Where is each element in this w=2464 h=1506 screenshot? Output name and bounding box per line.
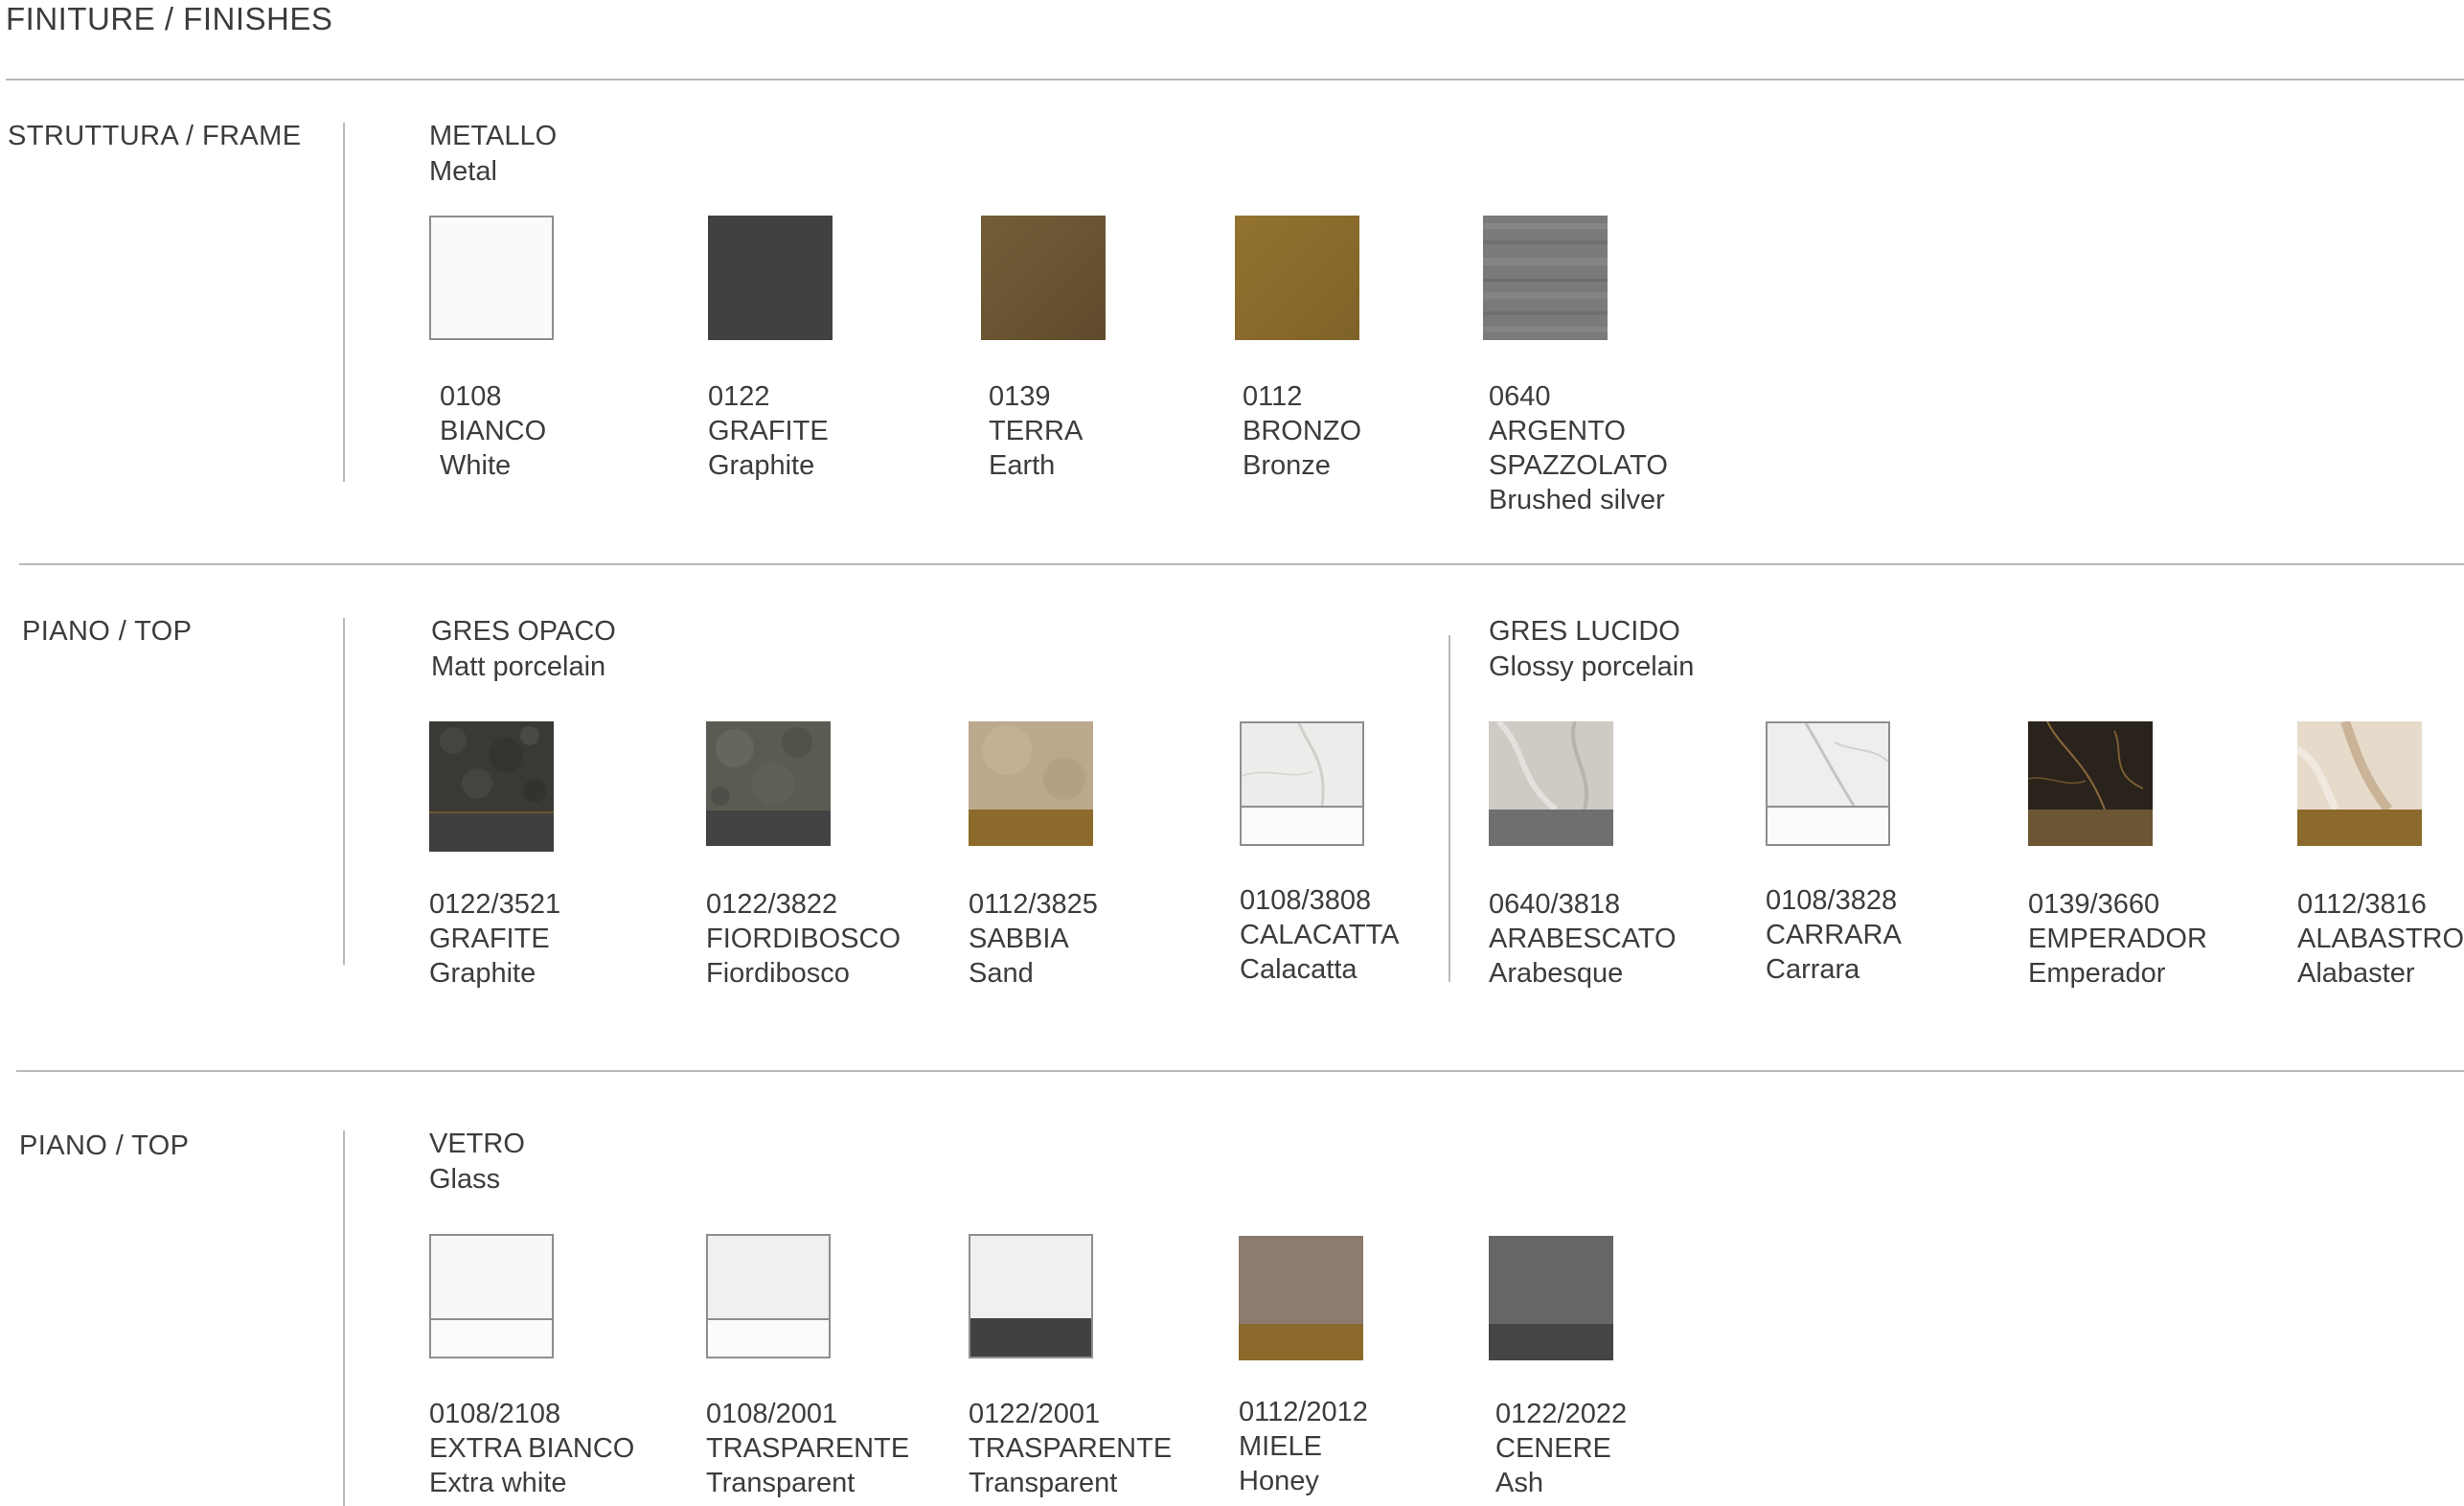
swatch-bottom-part [431, 1320, 552, 1357]
caption-0122-3822: 0122/3822 FIORDIBOSCO Fiordibosco [706, 889, 901, 989]
caption-0122-2022: 0122/2022 CENERE Ash [1495, 1399, 1628, 1498]
group-label-glossy: GRES LUCIDO Glossy porcelain [1489, 616, 1695, 682]
marble-texture [1242, 723, 1362, 844]
swatch-0108-2001-trasparente[interactable] [706, 1234, 831, 1358]
swatch-0122-2001-trasparente[interactable] [969, 1234, 1093, 1358]
section-divider-glass [343, 1130, 345, 1506]
section-label-top-ceramic: PIANO / TOP [22, 616, 193, 647]
swatch-top-part [1489, 1236, 1613, 1324]
marble-texture [2028, 721, 2153, 846]
section-divider-frame [343, 123, 345, 482]
page-title: FINITURE / FINISHES [6, 1, 333, 36]
section-divider-1 [19, 563, 2464, 565]
section-label-top-glass: PIANO / TOP [19, 1130, 190, 1161]
swatch-0112-3816-alabastro[interactable] [2297, 721, 2422, 846]
caption-0112-3816: 0112/3816 ALABASTRO Alabaster [2297, 889, 2464, 989]
caption-0108-2001: 0108/2001 TRASPARENTE Transparent [706, 1399, 910, 1498]
swatch-0108-bianco[interactable] [429, 216, 554, 340]
swatch-0108-3828-carrara[interactable] [1766, 721, 1890, 846]
group-label-matt: GRES OPACO Matt porcelain [431, 616, 616, 682]
marble-texture [1768, 723, 1888, 844]
swatch-top-part [1239, 1236, 1363, 1324]
group-label-glass: VETRO Glass [429, 1129, 525, 1195]
swatch-0122-grafite[interactable] [708, 216, 833, 340]
marble-texture [1489, 721, 1613, 846]
stone-texture [969, 721, 1093, 846]
brushed-texture [1483, 216, 1608, 340]
swatch-bottom-part [1489, 1324, 1613, 1360]
swatch-bottom-part [708, 1320, 829, 1357]
caption-0640-3818: 0640/3818 ARABESCATO Arabesque [1489, 889, 1677, 989]
caption-0122-2001: 0122/2001 TRASPARENTE Transparent [969, 1399, 1173, 1498]
swatch-0640-3818-arabescato[interactable] [1489, 721, 1613, 846]
swatch-0122-3521-grafite[interactable] [429, 721, 554, 852]
swatch-0139-3660-emperador[interactable] [2028, 721, 2153, 846]
marble-texture [2297, 721, 2422, 846]
caption-0108-2108: 0108/2108 EXTRA BIANCO Extra white [429, 1399, 635, 1498]
swatch-0640-argento-spazzolato[interactable] [1483, 216, 1608, 340]
section-label-frame: STRUTTURA / FRAME [8, 121, 302, 151]
caption-0108: 0108 BIANCO White [440, 381, 547, 481]
stone-texture [706, 721, 831, 846]
swatch-0108-2108-extra-bianco[interactable] [429, 1234, 554, 1358]
swatch-0139-terra[interactable] [981, 216, 1106, 340]
group-label-metal: METALLO Metal [429, 121, 558, 187]
caption-0108-3828: 0108/3828 CARRARA Carrara [1766, 885, 1902, 985]
swatch-bottom-part [1239, 1324, 1363, 1360]
caption-0139-3660: 0139/3660 EMPERADOR Emperador [2028, 889, 2207, 989]
caption-0122: 0122 GRAFITE Graphite [708, 381, 829, 481]
swatch-top-part [431, 1236, 552, 1318]
stone-texture [429, 721, 554, 852]
finishes-sheet: { "title": "FINITURE / FINISHES", "secti… [0, 0, 2464, 1506]
caption-0122-3521: 0122/3521 GRAFITE Graphite [429, 889, 561, 989]
section-divider-2 [16, 1070, 2464, 1072]
swatch-0112-bronzo[interactable] [1235, 216, 1359, 340]
group-divider-glossy [1449, 635, 1450, 982]
title-divider [6, 79, 2464, 80]
swatch-top-part [970, 1236, 1091, 1318]
caption-0112-3825: 0112/3825 SABBIA Sand [969, 889, 1098, 989]
swatch-0122-3822-fiordibosco[interactable] [706, 721, 831, 846]
swatch-0112-2012-miele[interactable] [1239, 1236, 1363, 1360]
swatch-bottom-part [970, 1318, 1091, 1357]
caption-0108-3808: 0108/3808 CALACATTA Calacatta [1240, 885, 1400, 985]
caption-0112-2012: 0112/2012 MIELE Honey [1239, 1397, 1368, 1496]
swatch-0108-3808-calacatta[interactable] [1240, 721, 1364, 846]
texture-pattern [1235, 216, 1359, 340]
caption-0640: 0640 ARGENTO SPAZZOLATO Brushed silver [1489, 381, 1668, 515]
swatch-0122-2022-cenere[interactable] [1489, 1236, 1613, 1360]
caption-0139: 0139 TERRA Earth [989, 381, 1084, 481]
texture-pattern [981, 216, 1106, 340]
caption-0112: 0112 BRONZO Bronze [1243, 381, 1362, 481]
section-divider-ceramic [343, 618, 345, 965]
swatch-0112-3825-sabbia[interactable] [969, 721, 1093, 846]
swatch-top-part [708, 1236, 829, 1318]
